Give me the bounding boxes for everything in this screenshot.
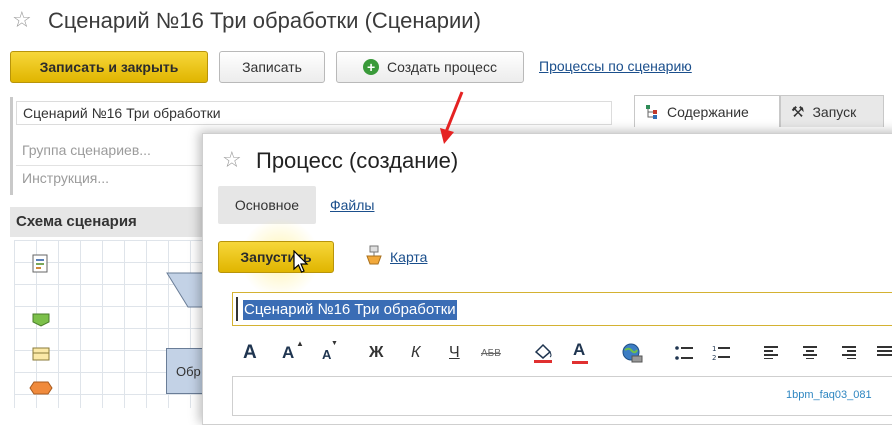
align-right-icon[interactable] <box>840 345 856 359</box>
insert-link-globe-icon[interactable] <box>620 341 644 365</box>
numbered-list-icon[interactable]: 1 2 <box>712 344 730 362</box>
create-process-label: Создать процесс <box>387 59 497 75</box>
bullet-list-icon[interactable] <box>675 345 693 361</box>
run-button[interactable]: Запустить <box>218 241 334 273</box>
task-shape-icon[interactable] <box>31 346 51 362</box>
fill-color-icon[interactable] <box>532 342 554 364</box>
shrink-arrow-icon: ▼ <box>331 340 338 347</box>
font-color-bar <box>572 361 588 364</box>
shrink-font-icon[interactable]: A <box>322 347 331 362</box>
structure-tree-icon <box>646 104 657 119</box>
grow-arrow-icon: ▲ <box>296 339 304 348</box>
save-and-close-button[interactable]: Записать и закрыть <box>10 51 208 83</box>
schema-title: Схема сценария <box>16 213 137 230</box>
processes-by-scenario-link[interactable]: Процессы по сценарию <box>539 58 692 74</box>
field-divider <box>16 165 202 166</box>
create-process-button[interactable]: + Создать процесс <box>336 51 524 83</box>
italic-button[interactable]: К <box>411 344 420 362</box>
selected-text[interactable]: Сценарий №16 Три обработки <box>243 300 457 320</box>
align-left-icon[interactable] <box>764 345 780 359</box>
dialog-title: Процесс (создание) <box>256 148 459 173</box>
grow-font-icon[interactable]: A <box>282 343 294 363</box>
schema-shape-top[interactable] <box>166 272 206 308</box>
tab-content[interactable]: Содержание <box>634 95 780 127</box>
mouse-cursor-icon <box>293 250 309 273</box>
bold-button[interactable]: Ж <box>369 344 383 362</box>
instruction-field[interactable]: Инструкция... <box>16 167 206 191</box>
align-center-icon[interactable] <box>802 345 818 359</box>
scenario-name-input[interactable]: Сценарий №16 Три обработки <box>16 101 612 125</box>
document-icon[interactable] <box>30 253 52 275</box>
schema-node-label: Обр <box>176 364 201 379</box>
annotation-arrow <box>440 91 464 144</box>
watermark-label: 1bpm_faq03_081 <box>786 389 872 401</box>
process-map-icon[interactable] <box>364 245 384 267</box>
bold-a-icon[interactable]: A <box>243 342 257 364</box>
magic-wand-icon: ⚒ <box>791 102 805 121</box>
svg-text:2: 2 <box>712 354 716 362</box>
align-justify-icon[interactable] <box>877 345 892 359</box>
save-button[interactable]: Записать <box>219 51 325 83</box>
font-color-icon[interactable]: A <box>573 340 585 360</box>
tab-launch[interactable]: ⚒ Запуск <box>780 95 884 127</box>
dialog-tab-files[interactable]: Файлы <box>330 197 374 213</box>
orange-hexagon-icon[interactable] <box>29 380 53 396</box>
favorite-star-icon[interactable]: ☆ <box>12 8 32 33</box>
plus-circle-icon: + <box>363 59 380 75</box>
strikethrough-button[interactable]: АБВ <box>481 348 501 359</box>
svg-text:1: 1 <box>712 345 716 353</box>
scenario-group-field[interactable]: Группа сценариев... <box>16 139 206 163</box>
dialog-tab-main[interactable]: Основное <box>218 186 316 224</box>
dialog-favorite-star-icon[interactable]: ☆ <box>222 148 242 173</box>
window-title: Сценарий №16 Три обработки (Сценарии) <box>48 8 481 33</box>
form-left-border <box>10 97 13 195</box>
text-caret <box>236 297 238 321</box>
tab-content-label: Содержание <box>667 103 749 120</box>
map-link[interactable]: Карта <box>390 249 427 265</box>
underline-button[interactable]: Ч <box>449 344 460 362</box>
green-shape-icon[interactable] <box>31 312 51 328</box>
tab-launch-label: Запуск <box>812 103 857 120</box>
